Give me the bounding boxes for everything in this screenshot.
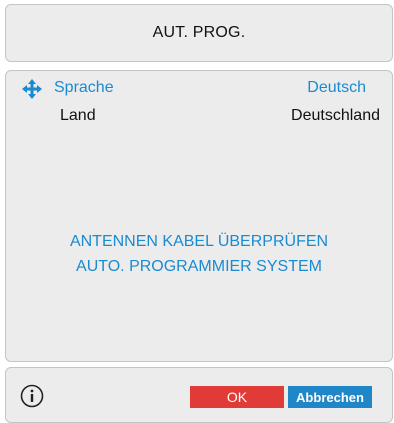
settings-panel: Sprache Deutsch Land Deutschland ANTENNE… xyxy=(5,70,393,362)
sprache-label: Sprache xyxy=(54,79,114,96)
land-label: Land xyxy=(60,107,96,124)
message-line-2: AUTO. PROGRAMMIER SYSTEM xyxy=(76,258,322,275)
setting-row-land[interactable]: Land Deutschland xyxy=(6,107,392,129)
land-value[interactable]: Deutschland xyxy=(291,107,380,125)
sprache-value[interactable]: Deutsch xyxy=(307,79,366,97)
cancel-button[interactable]: Abbrechen xyxy=(288,386,372,408)
message-line-1: ANTENNEN KABEL ÜBERPRÜFEN xyxy=(69,233,329,250)
ok-button[interactable]: OK xyxy=(190,386,284,408)
setting-row-sprache[interactable]: Sprache Deutsch xyxy=(6,79,392,101)
title-bar: AUT. PROG. xyxy=(5,4,393,62)
footer-bar: OK Abbrechen xyxy=(5,367,393,423)
page-title: AUT. PROG. xyxy=(152,24,246,41)
info-icon[interactable] xyxy=(20,384,44,408)
